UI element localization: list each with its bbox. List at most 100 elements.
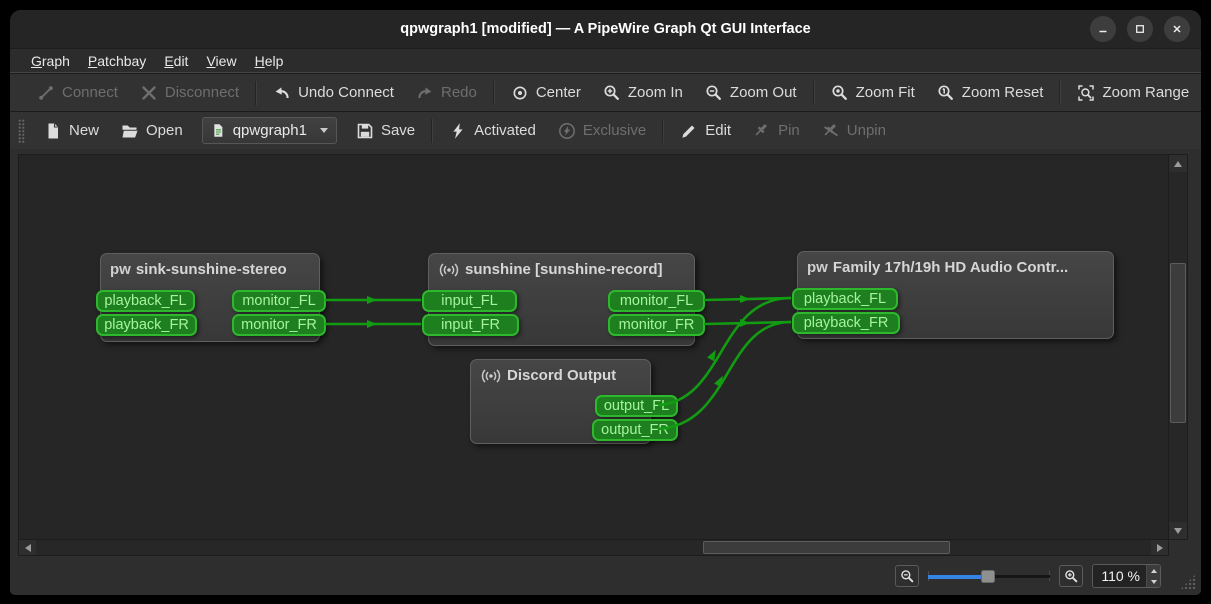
spin-up-button[interactable] [1147, 565, 1160, 576]
zoom-fit-button[interactable]: Zoom Fit [820, 78, 926, 108]
zoom-fit-label: Zoom Fit [856, 84, 915, 101]
minimize-button[interactable] [1090, 16, 1116, 42]
port-playback-fl[interactable]: playback_FL [792, 288, 898, 310]
connection-sunshine-monitor-fr-to-family-playback-fr[interactable] [704, 319, 791, 327]
vertical-scrollbar-thumb[interactable] [1170, 263, 1186, 423]
menu-view[interactable]: View [197, 51, 245, 71]
spinbox-arrows [1146, 565, 1160, 587]
port-monitor-fl[interactable]: monitor_FL [608, 290, 705, 312]
zoom-in-button[interactable]: Zoom In [592, 78, 694, 108]
horizontal-scrollbar[interactable] [18, 539, 1169, 556]
new-button[interactable]: New [33, 116, 110, 146]
patchbay-file-name: qpwgraph1 [233, 122, 307, 139]
port-input-fl[interactable]: input_FL [422, 290, 517, 312]
port-monitor-fl[interactable]: monitor_FL [232, 290, 326, 312]
port-monitor-fr[interactable]: monitor_FR [608, 314, 705, 336]
node-header: pw Family 17h/19h HD Audio Contr... [798, 252, 1113, 280]
scroll-left-button[interactable] [19, 540, 36, 555]
scroll-right-button[interactable] [1151, 540, 1168, 555]
exclusive-label: Exclusive [583, 122, 646, 139]
toolbar-separator [255, 81, 257, 105]
zoom-reset-button[interactable]: Zoom Reset [926, 78, 1055, 108]
triangle-up-icon [1174, 161, 1182, 167]
disconnect-button[interactable]: Disconnect [129, 78, 250, 108]
edit-button[interactable]: Edit [669, 116, 742, 146]
node-family-audio-controller[interactable]: pw Family 17h/19h HD Audio Contr... play… [797, 251, 1114, 339]
toolbar-separator [431, 119, 433, 143]
center-icon [511, 84, 529, 102]
title-bar[interactable]: qpwgraph1 [modified] — A PipeWire Graph … [10, 10, 1201, 48]
pin-icon [753, 122, 771, 140]
connect-icon [37, 84, 55, 102]
zoom-range-button[interactable]: Zoom Range [1066, 78, 1200, 108]
menu-bar: Graph Patchbay Edit View Help [10, 48, 1201, 73]
redo-icon [416, 84, 434, 102]
pipewire-icon: pw [110, 263, 131, 277]
scroll-down-button[interactable] [1169, 522, 1187, 539]
save-button[interactable]: Save [345, 116, 426, 146]
maximize-button[interactable] [1127, 16, 1153, 42]
graph-canvas[interactable]: pw sink-sunshine-stereo playback_FL play… [18, 154, 1169, 540]
disconnect-icon [140, 84, 158, 102]
zoom-slider[interactable] [928, 568, 1050, 584]
port-playback-fl[interactable]: playback_FL [96, 290, 195, 312]
menu-help[interactable]: Help [246, 51, 293, 71]
status-bar: 110 % [10, 557, 1201, 595]
zoom-out-icon [705, 84, 723, 102]
spin-down-button[interactable] [1147, 576, 1160, 587]
connection-sink-monitor-fl-to-sunshine-input-fl[interactable] [325, 296, 421, 304]
port-monitor-fr[interactable]: monitor_FR [232, 314, 326, 336]
menu-patchbay[interactable]: Patchbay [79, 51, 155, 71]
port-output-fr[interactable]: output_FR [592, 419, 678, 441]
node-header: pw sink-sunshine-stereo [101, 254, 319, 282]
connection-sink-monitor-fr-to-sunshine-input-fr[interactable] [325, 320, 421, 328]
window-resize-grip[interactable] [1180, 574, 1196, 590]
node-sink-sunshine-stereo[interactable]: pw sink-sunshine-stereo playback_FL play… [100, 253, 320, 342]
menu-edit[interactable]: Edit [155, 51, 197, 71]
redo-button[interactable]: Redo [405, 78, 488, 108]
activated-icon [449, 122, 467, 140]
pin-button[interactable]: Pin [742, 116, 811, 146]
node-sunshine[interactable]: sunshine [sunshine-record] input_FL inpu… [428, 253, 695, 346]
new-file-icon [44, 122, 62, 140]
node-title: sunshine [sunshine-record] [465, 261, 663, 278]
connection-sunshine-monitor-fl-to-family-playback-fl[interactable] [704, 295, 791, 303]
save-icon [356, 122, 374, 140]
scroll-up-button[interactable] [1169, 155, 1187, 172]
vertical-scrollbar[interactable] [1168, 154, 1188, 540]
activated-button[interactable]: Activated [438, 116, 547, 146]
menu-graph[interactable]: Graph [22, 51, 79, 71]
close-button[interactable] [1164, 16, 1190, 42]
zoom-out-small-button[interactable] [895, 565, 919, 587]
zoom-out-button[interactable]: Zoom Out [694, 78, 808, 108]
patchbay-file-combobox[interactable]: qpwgraph1 [202, 117, 337, 144]
triangle-down-icon [1174, 528, 1182, 534]
port-playback-fr[interactable]: playback_FR [792, 312, 900, 334]
node-discord-output[interactable]: Discord Output output_FL output_FR [470, 359, 651, 444]
activated-label: Activated [474, 122, 536, 139]
toolbar-drag-handle[interactable] [18, 119, 25, 143]
zoom-range-icon [1077, 84, 1095, 102]
zoom-percent-spinbox[interactable]: 110 % [1092, 564, 1161, 588]
port-playback-fr[interactable]: playback_FR [96, 314, 197, 336]
undo-connect-button[interactable]: Undo Connect [262, 78, 405, 108]
zoom-slider-handle[interactable] [981, 570, 995, 583]
horizontal-scrollbar-thumb[interactable] [703, 541, 950, 554]
connect-button[interactable]: Connect [26, 78, 129, 108]
edit-label: Edit [705, 122, 731, 139]
zoom-in-small-button[interactable] [1059, 565, 1083, 587]
save-label: Save [381, 122, 415, 139]
node-header: sunshine [sunshine-record] [429, 254, 694, 282]
window-controls [1090, 16, 1190, 42]
patchbay-file-icon [211, 123, 226, 138]
port-output-fl[interactable]: output_FL [595, 395, 678, 417]
open-button[interactable]: Open [110, 116, 194, 146]
unpin-button[interactable]: Unpin [811, 116, 897, 146]
stream-icon [438, 263, 460, 277]
exclusive-button[interactable]: Exclusive [547, 116, 657, 146]
stream-icon [480, 369, 502, 383]
port-input-fr[interactable]: input_FR [422, 314, 519, 336]
center-button[interactable]: Center [500, 78, 592, 108]
toolbar-separator [813, 81, 815, 105]
zoom-reset-icon [937, 84, 955, 102]
